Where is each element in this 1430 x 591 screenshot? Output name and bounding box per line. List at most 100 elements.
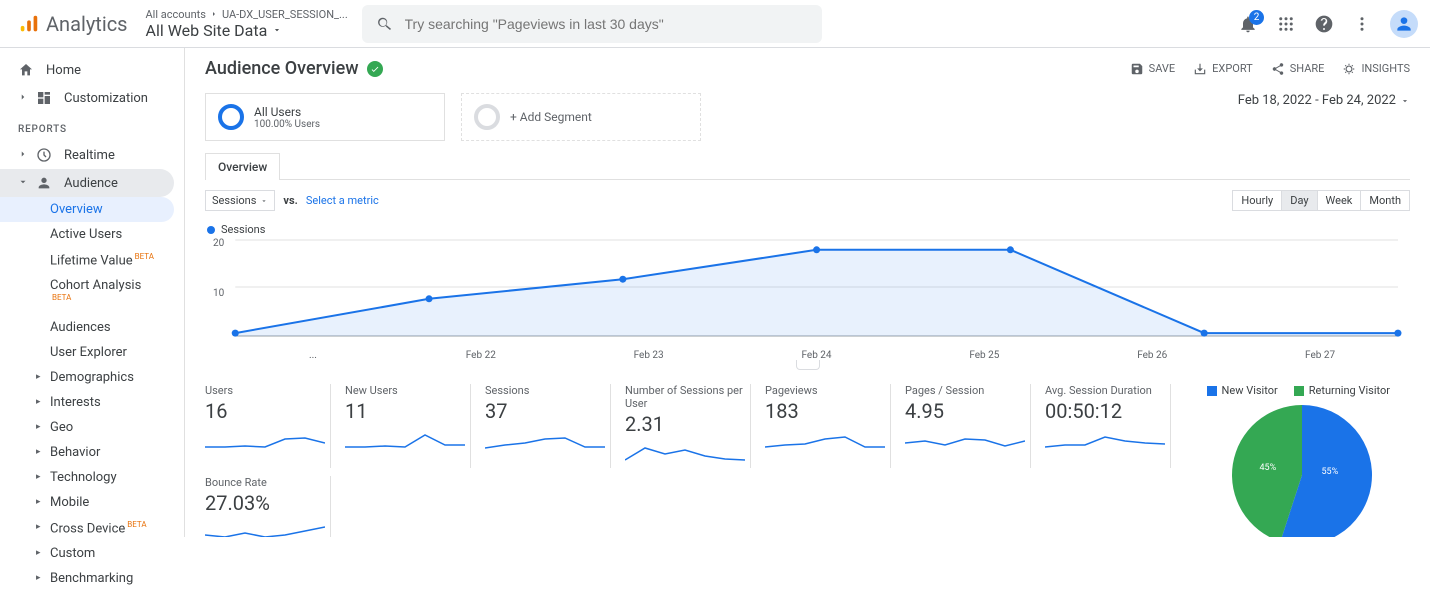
gran-week[interactable]: Week	[1317, 190, 1362, 211]
sidebar-sub-demographics[interactable]: ▸Demographics	[0, 365, 184, 390]
insights-icon	[1342, 62, 1356, 76]
legend-swatch-icon	[1294, 386, 1304, 396]
xtick: Feb 24	[733, 350, 901, 361]
sidebar-sub-overview[interactable]: Overview	[0, 197, 174, 222]
chevron-down-icon	[18, 176, 30, 191]
kpi-label: Pages / Session	[905, 384, 1024, 397]
kpi-label: Sessions	[485, 384, 604, 397]
search-input[interactable]	[405, 16, 808, 32]
save-button[interactable]: SAVE	[1130, 62, 1176, 76]
gran-hourly[interactable]: Hourly	[1232, 190, 1282, 211]
xtick: Feb 22	[397, 350, 565, 361]
kpi-grid: Users16New Users11Sessions37Number of Se…	[205, 384, 1185, 537]
kpi-label: New Users	[345, 384, 464, 397]
more-icon[interactable]	[1352, 14, 1372, 34]
export-icon	[1193, 62, 1207, 76]
chevron-right-icon: ▸	[36, 422, 41, 432]
chart-pan-handle[interactable]	[796, 360, 820, 370]
gran-month[interactable]: Month	[1360, 190, 1410, 211]
chevron-right-icon: ▸	[36, 472, 41, 482]
kpi-value: 27.03%	[205, 491, 324, 515]
kpi-card[interactable]: Users16	[205, 384, 331, 468]
legend-dot-icon	[207, 226, 215, 234]
sidebar-sub-user-explorer[interactable]: User Explorer	[0, 340, 184, 365]
date-range-picker[interactable]: Feb 18, 2022 - Feb 24, 2022	[1238, 93, 1410, 108]
sparkline	[485, 427, 605, 449]
sidebar-sub-cohort[interactable]: Cohort AnalysisBETA	[0, 273, 184, 314]
chevron-right-icon	[18, 148, 30, 163]
segment-swatch	[218, 104, 244, 130]
primary-metric-selector[interactable]: Sessions	[205, 190, 275, 211]
chevron-right-icon: ▸	[36, 522, 41, 532]
xtick: Feb 26	[1068, 350, 1236, 361]
sparkline	[345, 427, 465, 449]
sidebar-sub-lifetime[interactable]: Lifetime ValueBETA	[0, 247, 184, 273]
kpi-card[interactable]: New Users 11	[345, 384, 471, 468]
sidebar-sub-geo[interactable]: ▸Geo	[0, 415, 184, 440]
sidebar-item-home[interactable]: Home	[0, 56, 184, 84]
kpi-card[interactable]: Avg. Session Duration00:50:12	[1045, 384, 1171, 468]
analytics-logo-icon	[18, 13, 40, 35]
clock-icon	[36, 147, 52, 163]
pie-legend: New Visitor Returning Visitor	[1207, 384, 1390, 397]
sidebar-item-realtime[interactable]: Realtime	[0, 141, 184, 169]
chevron-right-icon	[18, 91, 30, 106]
kpi-card[interactable]: Sessions37	[485, 384, 611, 468]
sparkline	[905, 427, 1025, 449]
ytick: 10	[213, 288, 224, 299]
sidebar-sub-active-users[interactable]: Active Users	[0, 222, 184, 247]
brand[interactable]: Analytics	[18, 12, 128, 36]
kpi-card[interactable]: Pageviews183	[765, 384, 891, 468]
dashboard-icon	[36, 90, 52, 106]
kpi-card[interactable]: Bounce Rate27.03%	[205, 476, 331, 537]
tab-overview[interactable]: Overview	[205, 153, 280, 180]
chevron-right-icon: ▸	[36, 397, 41, 407]
visitor-pie-chart[interactable]: 55% 45%	[1232, 405, 1372, 537]
sidebar-sub-behavior[interactable]: ▸Behavior	[0, 440, 184, 465]
select-metric-link[interactable]: Select a metric	[306, 194, 379, 207]
share-button[interactable]: SHARE	[1271, 62, 1325, 76]
segment-all-users[interactable]: All Users 100.00% Users	[205, 93, 445, 141]
legend-swatch-icon	[1207, 386, 1217, 396]
sidebar-item-customization[interactable]: Customization	[0, 84, 184, 112]
vs-label: vs.	[283, 194, 297, 207]
apps-icon[interactable]	[1276, 14, 1296, 34]
kpi-value: 11	[345, 399, 464, 423]
help-icon[interactable]	[1314, 14, 1334, 34]
kpi-card[interactable]: Pages / Session 4.95	[905, 384, 1031, 468]
kpi-label: Number of Sessions per User	[625, 384, 744, 410]
gran-day[interactable]: Day	[1281, 190, 1317, 211]
sidebar-item-audience[interactable]: Audience	[0, 169, 174, 197]
kpi-label: Avg. Session Duration	[1045, 384, 1164, 397]
home-icon	[18, 62, 34, 78]
search-bar[interactable]	[362, 5, 822, 43]
verified-icon	[367, 61, 383, 77]
caret-down-icon	[272, 25, 282, 35]
sidebar-sub-custom[interactable]: ▸Custom	[0, 541, 184, 566]
xtick: ...	[229, 350, 397, 361]
chart-legend: Sessions	[205, 215, 1410, 238]
kpi-card[interactable]: Number of Sessions per User2.31	[625, 384, 751, 468]
export-button[interactable]: EXPORT	[1193, 62, 1253, 76]
notifications-icon[interactable]: 2	[1238, 14, 1258, 34]
caret-down-icon	[260, 197, 268, 205]
sidebar-sub-technology[interactable]: ▸Technology	[0, 465, 184, 490]
kpi-value: 4.95	[905, 399, 1024, 423]
sessions-chart[interactable]: 20 10	[211, 238, 1404, 348]
sidebar: Home Customization REPORTS Realtime Audi…	[0, 48, 185, 537]
user-icon	[1394, 14, 1414, 34]
kpi-label: Pageviews	[765, 384, 884, 397]
section-reports-label: REPORTS	[0, 112, 184, 141]
person-icon	[36, 175, 52, 191]
avatar[interactable]	[1390, 10, 1418, 38]
sidebar-sub-mobile[interactable]: ▸Mobile	[0, 490, 184, 515]
sidebar-sub-audiences[interactable]: Audiences	[0, 315, 184, 340]
sidebar-sub-interests[interactable]: ▸Interests	[0, 390, 184, 415]
segment-swatch-empty	[474, 104, 500, 130]
kpi-label: Users	[205, 384, 324, 397]
sidebar-sub-benchmarking[interactable]: ▸Benchmarking	[0, 566, 184, 591]
account-selector[interactable]: All accounts UA-DX_USER_SESSION_... All …	[146, 8, 348, 40]
insights-button[interactable]: INSIGHTS	[1342, 62, 1410, 76]
sidebar-sub-cross-device[interactable]: ▸Cross DeviceBETA	[0, 515, 184, 541]
add-segment-button[interactable]: + Add Segment	[461, 93, 701, 141]
